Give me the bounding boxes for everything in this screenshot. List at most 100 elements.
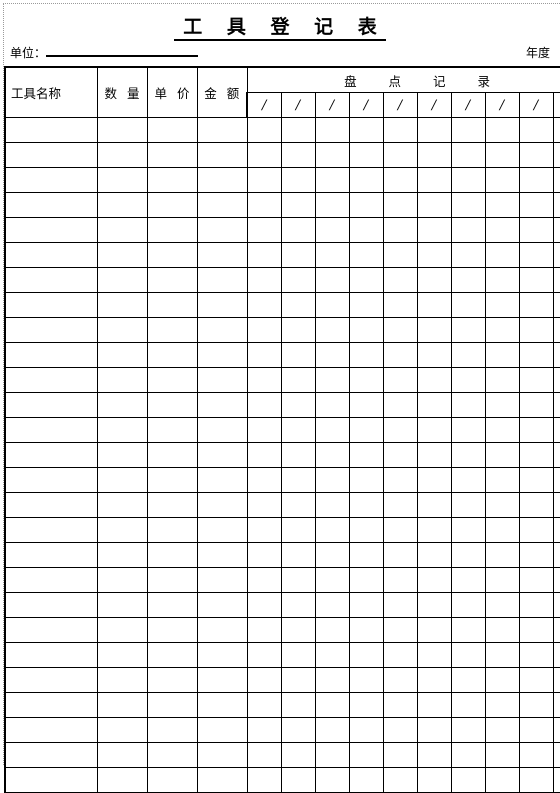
table-cell[interactable] (96, 442, 148, 468)
table-cell[interactable] (416, 742, 452, 768)
table-cell[interactable] (348, 242, 384, 268)
table-cell[interactable] (314, 742, 350, 768)
table-cell[interactable] (382, 567, 418, 593)
col-header-inventory-date-6[interactable]: / (416, 92, 452, 118)
col-header-inventory-date-4[interactable]: / (348, 92, 384, 118)
table-cell[interactable] (348, 167, 384, 193)
table-cell[interactable] (196, 592, 248, 618)
table-cell[interactable] (280, 592, 316, 618)
table-cell[interactable] (552, 567, 560, 593)
table-cell[interactable] (280, 367, 316, 393)
table-cell[interactable] (518, 717, 554, 743)
table-cell[interactable] (146, 167, 198, 193)
table-cell[interactable] (96, 417, 148, 443)
table-cell[interactable] (416, 267, 452, 293)
table-cell[interactable] (450, 267, 486, 293)
table-cell[interactable] (4, 342, 98, 368)
table-cell[interactable] (382, 442, 418, 468)
table-cell[interactable] (382, 667, 418, 693)
table-cell[interactable] (280, 167, 316, 193)
table-cell[interactable] (484, 467, 520, 493)
table-cell[interactable] (246, 417, 282, 443)
table-cell[interactable] (96, 242, 148, 268)
table-cell[interactable] (146, 517, 198, 543)
table-cell[interactable] (382, 392, 418, 418)
table-cell[interactable] (552, 692, 560, 718)
col-header-inventory-date-1[interactable]: / (246, 92, 282, 118)
table-cell[interactable] (314, 517, 350, 543)
table-cell[interactable] (280, 467, 316, 493)
table-cell[interactable] (348, 717, 384, 743)
table-cell[interactable] (450, 192, 486, 218)
table-cell[interactable] (382, 492, 418, 518)
table-cell[interactable] (416, 192, 452, 218)
table-cell[interactable] (416, 517, 452, 543)
table-cell[interactable] (416, 542, 452, 568)
table-cell[interactable] (518, 167, 554, 193)
table-cell[interactable] (246, 117, 282, 143)
table-cell[interactable] (518, 417, 554, 443)
table-cell[interactable] (382, 467, 418, 493)
table-cell[interactable] (146, 342, 198, 368)
table-cell[interactable] (518, 192, 554, 218)
table-cell[interactable] (484, 192, 520, 218)
table-cell[interactable] (450, 517, 486, 543)
table-cell[interactable] (196, 267, 248, 293)
table-cell[interactable] (450, 442, 486, 468)
table-cell[interactable] (552, 117, 560, 143)
table-cell[interactable] (450, 142, 486, 168)
table-cell[interactable] (146, 717, 198, 743)
table-cell[interactable] (314, 392, 350, 418)
table-cell[interactable] (4, 217, 98, 243)
table-cell[interactable] (484, 592, 520, 618)
table-cell[interactable] (246, 667, 282, 693)
table-cell[interactable] (314, 292, 350, 318)
table-cell[interactable] (382, 742, 418, 768)
table-cell[interactable] (246, 717, 282, 743)
table-cell[interactable] (484, 117, 520, 143)
col-header-inventory-date-3[interactable]: / (314, 92, 350, 118)
table-cell[interactable] (196, 617, 248, 643)
table-cell[interactable] (450, 692, 486, 718)
table-cell[interactable] (314, 317, 350, 343)
table-cell[interactable] (280, 542, 316, 568)
table-cell[interactable] (450, 417, 486, 443)
table-cell[interactable] (348, 542, 384, 568)
table-cell[interactable] (450, 717, 486, 743)
table-cell[interactable] (484, 267, 520, 293)
table-cell[interactable] (552, 292, 560, 318)
table-cell[interactable] (518, 492, 554, 518)
table-cell[interactable] (518, 767, 554, 793)
table-cell[interactable] (196, 467, 248, 493)
table-cell[interactable] (314, 667, 350, 693)
table-cell[interactable] (96, 542, 148, 568)
table-cell[interactable] (246, 567, 282, 593)
table-cell[interactable] (246, 767, 282, 793)
table-cell[interactable] (280, 192, 316, 218)
table-cell[interactable] (280, 142, 316, 168)
table-cell[interactable] (96, 717, 148, 743)
table-cell[interactable] (280, 767, 316, 793)
table-cell[interactable] (484, 717, 520, 743)
table-cell[interactable] (146, 592, 198, 618)
table-cell[interactable] (484, 217, 520, 243)
table-cell[interactable] (382, 292, 418, 318)
table-cell[interactable] (552, 267, 560, 293)
table-cell[interactable] (280, 442, 316, 468)
table-cell[interactable] (382, 267, 418, 293)
unit-field[interactable]: 单位： (10, 44, 199, 62)
table-cell[interactable] (382, 192, 418, 218)
table-cell[interactable] (146, 117, 198, 143)
table-cell[interactable] (246, 167, 282, 193)
table-cell[interactable] (146, 617, 198, 643)
table-cell[interactable] (196, 767, 248, 793)
table-cell[interactable] (552, 142, 560, 168)
table-cell[interactable] (450, 117, 486, 143)
table-cell[interactable] (416, 692, 452, 718)
table-cell[interactable] (146, 642, 198, 668)
table-cell[interactable] (484, 567, 520, 593)
table-cell[interactable] (280, 242, 316, 268)
table-cell[interactable] (96, 642, 148, 668)
table-cell[interactable] (96, 317, 148, 343)
table-cell[interactable] (552, 742, 560, 768)
